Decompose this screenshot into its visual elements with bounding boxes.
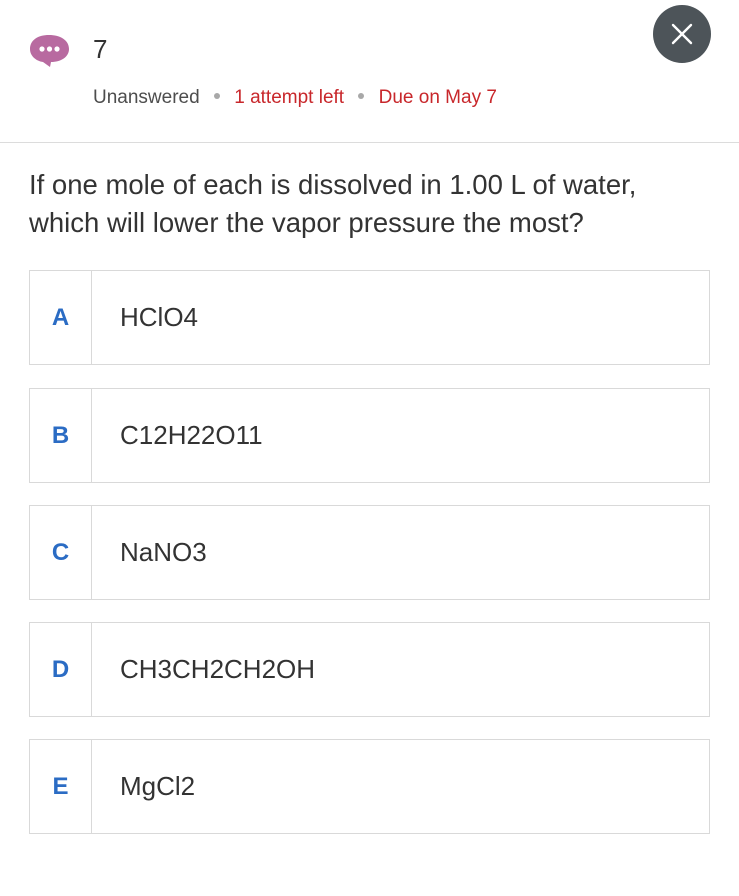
answer-option-b[interactable]: B C12H22O11 xyxy=(29,388,710,483)
status-unanswered: Unanswered xyxy=(93,87,200,108)
answer-option-c[interactable]: C NaNO3 xyxy=(29,505,710,600)
chat-bubble-icon[interactable] xyxy=(29,34,70,68)
separator-dot xyxy=(213,93,220,100)
answer-option-e[interactable]: E MgCl2 xyxy=(29,739,710,834)
option-letter-cell: A xyxy=(30,271,92,364)
option-letter: A xyxy=(51,303,70,331)
option-letter: B xyxy=(51,421,70,449)
option-letter: E xyxy=(52,772,69,800)
answer-option-d[interactable]: D CH3CH2CH2OH xyxy=(29,622,710,717)
option-letter: C xyxy=(51,538,70,566)
option-letter-cell: E xyxy=(30,740,92,833)
close-icon xyxy=(671,23,693,45)
option-letter-cell: B xyxy=(30,389,92,482)
option-text: CH3CH2CH2OH xyxy=(120,654,316,684)
option-text: NaNO3 xyxy=(120,537,207,567)
question-number: 7 xyxy=(93,34,108,64)
option-letter-cell: C xyxy=(30,506,92,599)
attempts-left: 1 attempt left xyxy=(234,87,345,108)
question-header: 7 Unanswered 1 attempt left Due on May 7 xyxy=(0,0,739,143)
question-status: Unanswered 1 attempt left Due on May 7 xyxy=(93,86,497,110)
close-button[interactable] xyxy=(653,5,711,63)
option-text: MgCl2 xyxy=(120,771,196,801)
option-text: C12H22O11 xyxy=(120,420,263,450)
option-letter-cell: D xyxy=(30,623,92,716)
question-text: If one mole of each is dissolved in 1.00… xyxy=(29,169,637,238)
due-date: Due on May 7 xyxy=(378,87,497,108)
answer-option-a[interactable]: A HClO4 xyxy=(29,270,710,365)
option-text: HClO4 xyxy=(120,302,199,332)
option-letter: D xyxy=(51,655,70,683)
separator-dot xyxy=(358,93,365,100)
quiz-page: 7 Unanswered 1 attempt left Due on May 7… xyxy=(0,0,739,896)
